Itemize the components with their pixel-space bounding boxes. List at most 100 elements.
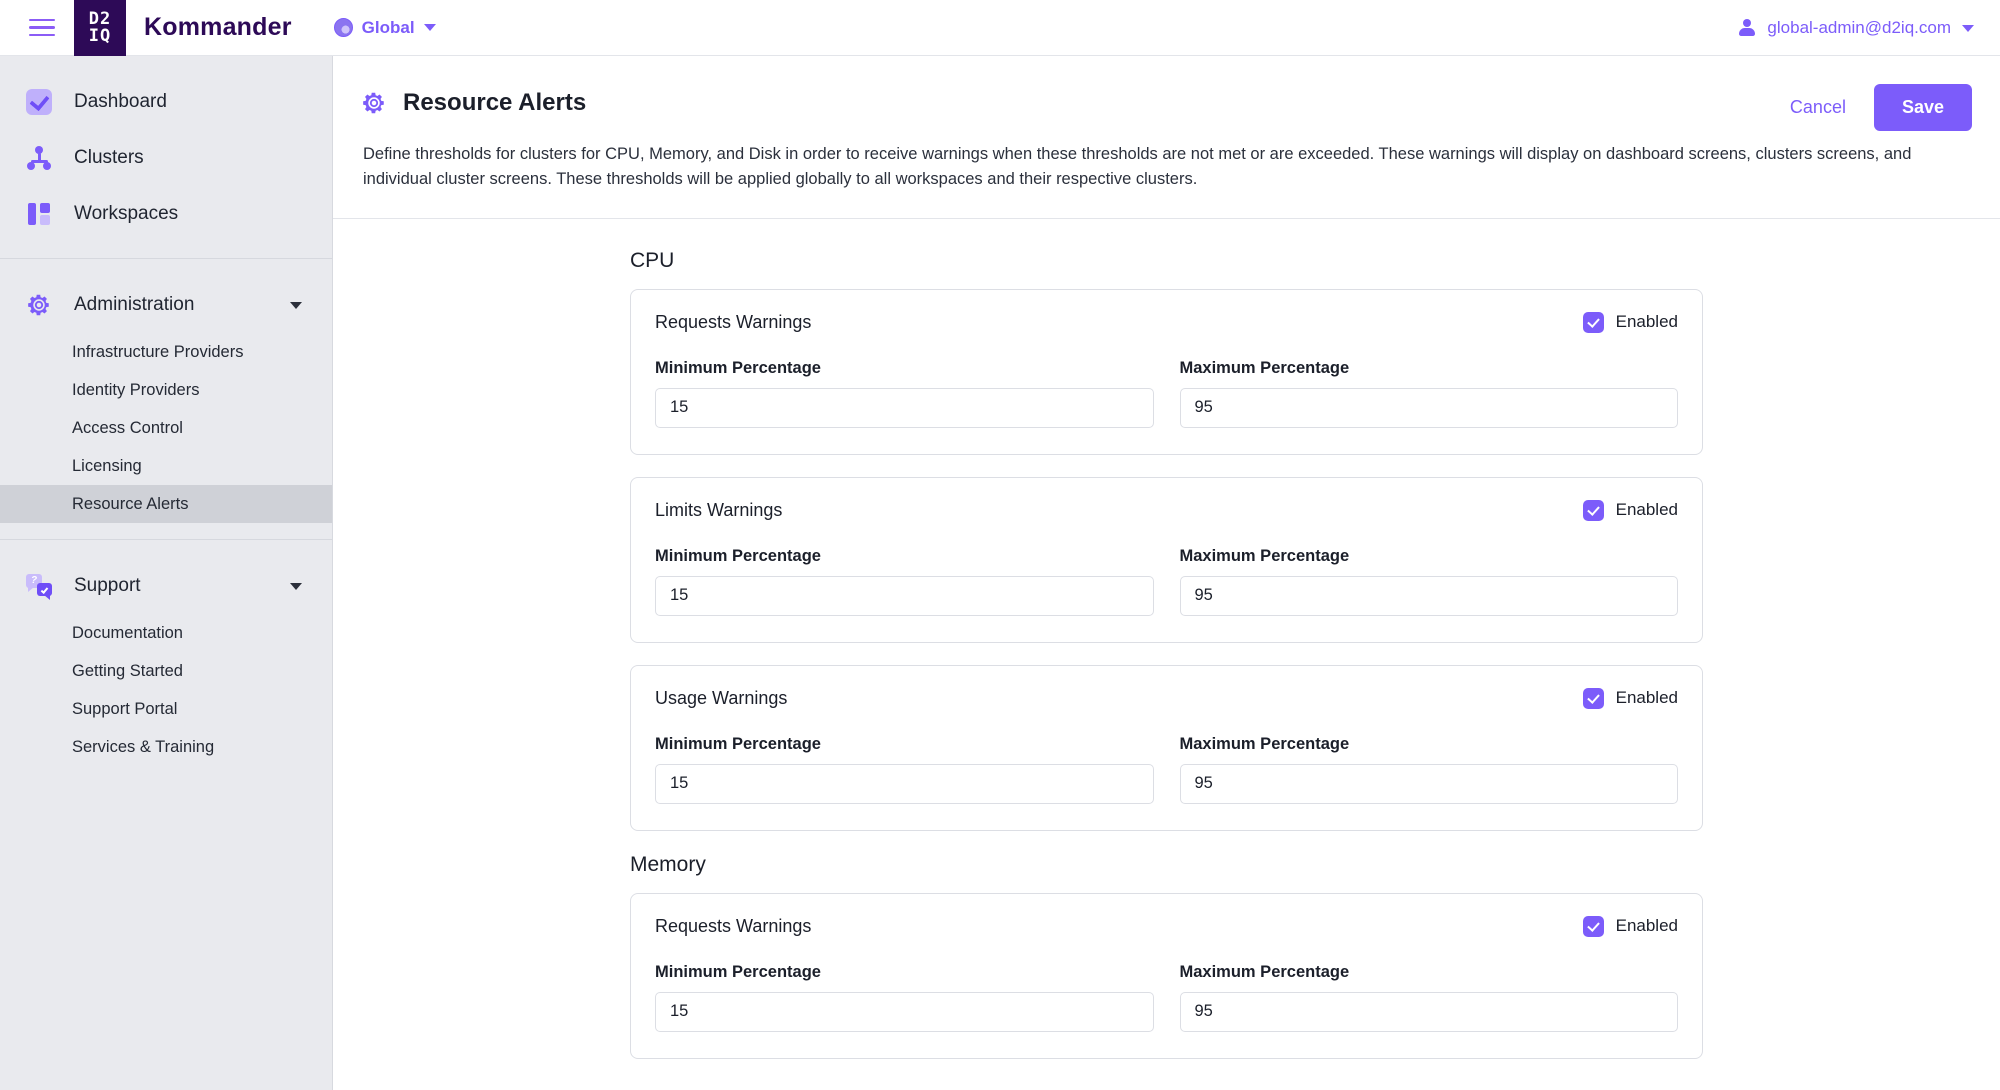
sidebar-support-group: ? Support Documentation Getting Started … — [0, 540, 332, 782]
user-icon — [1738, 19, 1756, 37]
chevron-down-icon — [423, 24, 436, 31]
min-percentage-field: Minimum Percentage — [655, 735, 1154, 804]
d2iq-logo[interactable]: D2 IQ — [74, 0, 126, 56]
page-description: Define thresholds for clusters for CPU, … — [363, 145, 1912, 188]
enabled-label: Enabled — [1615, 916, 1678, 935]
sidebar-item-workspaces[interactable]: Workspaces — [0, 186, 332, 242]
hamburger-icon[interactable] — [24, 14, 60, 42]
max-percentage-input[interactable] — [1179, 991, 1678, 1032]
card-title: Requests Warnings — [655, 915, 812, 936]
workspaces-icon — [26, 201, 52, 227]
sidebar-subitem-documentation[interactable]: Documentation — [0, 614, 332, 652]
checkbox-icon[interactable] — [1582, 311, 1604, 333]
card-title: Requests Warnings — [655, 311, 812, 332]
sidebar-subitem-getting-started[interactable]: Getting Started — [0, 652, 332, 690]
page-title: Resource Alerts — [403, 89, 587, 116]
clusters-icon — [26, 145, 52, 171]
sidebar-subitem-services-training[interactable]: Services & Training — [0, 728, 332, 766]
min-percentage-label: Minimum Percentage — [655, 734, 821, 753]
header-divider — [333, 217, 2000, 219]
user-menu[interactable]: global-admin@d2iq.com — [1738, 0, 1974, 56]
sidebar-item-label: Dashboard — [74, 91, 167, 112]
checkbox-icon[interactable] — [1582, 687, 1604, 709]
enabled-label: Enabled — [1615, 312, 1678, 331]
enabled-toggle[interactable]: Enabled — [1582, 311, 1678, 333]
globe-icon — [333, 18, 353, 37]
card-title: Usage Warnings — [655, 687, 788, 708]
card-fields: Minimum Percentage Maximum Percentage — [655, 735, 1678, 804]
gear-icon — [26, 292, 52, 318]
sidebar-item-label: Workspaces — [74, 203, 179, 224]
sidebar-subitem-support-portal[interactable]: Support Portal — [0, 690, 332, 728]
app-root: D2 IQ Kommander Global global-admin@d2iq… — [0, 0, 2000, 1090]
save-button[interactable]: Save — [1873, 84, 1972, 131]
min-percentage-field: Minimum Percentage — [655, 547, 1154, 616]
gear-icon — [361, 90, 387, 116]
sidebar-item-administration[interactable]: Administration — [0, 277, 332, 333]
max-percentage-label: Maximum Percentage — [1179, 734, 1350, 753]
cancel-button[interactable]: Cancel — [1784, 89, 1852, 126]
max-percentage-input[interactable] — [1179, 763, 1678, 804]
support-icon: ? — [26, 573, 52, 599]
sidebar-subitem-access-control[interactable]: Access Control — [0, 409, 332, 447]
warning-card: Requests Warnings Enabled Minimum Percenta… — [630, 892, 1703, 1059]
chevron-down-icon — [290, 301, 302, 309]
min-percentage-input[interactable] — [655, 575, 1154, 616]
sidebar-subitem-resource-alerts[interactable]: Resource Alerts — [0, 485, 332, 523]
checkbox-icon[interactable] — [1582, 915, 1604, 937]
sidebar-item-label: Support — [74, 575, 141, 596]
card-fields: Minimum Percentage Maximum Percentage — [655, 547, 1678, 616]
sidebar-subitem-identity-providers[interactable]: Identity Providers — [0, 371, 332, 409]
min-percentage-label: Minimum Percentage — [655, 962, 821, 981]
logo-line-2: IQ — [88, 25, 112, 46]
page-header: Resource Alerts Cancel Save Define thres… — [333, 56, 2000, 219]
sidebar-item-dashboard[interactable]: Dashboard — [0, 74, 332, 130]
max-percentage-field: Maximum Percentage — [1179, 546, 1678, 616]
logo-line-1: D2 — [88, 8, 112, 29]
page-title-row: Resource Alerts — [333, 78, 2000, 128]
min-percentage-input[interactable] — [655, 387, 1154, 428]
card-title: Limits Warnings — [655, 499, 783, 520]
card-header: Usage Warnings Enabled — [655, 687, 1678, 709]
min-percentage-label: Minimum Percentage — [655, 546, 821, 565]
scope-selector[interactable]: Global — [333, 17, 436, 38]
max-percentage-label: Maximum Percentage — [1179, 546, 1350, 565]
section-title: CPU — [630, 248, 675, 272]
warning-card: Requests Warnings Enabled Minimum Percenta… — [630, 288, 1703, 455]
enabled-toggle[interactable]: Enabled — [1582, 687, 1678, 709]
min-percentage-input[interactable] — [655, 763, 1154, 804]
min-percentage-field: Minimum Percentage — [655, 359, 1154, 428]
main-content: Resource Alerts Cancel Save Define thres… — [333, 56, 2000, 1090]
settings-sections: CPU Requests Warnings Enabled Minimum Perce… — [333, 219, 2000, 1059]
dashboard-icon — [26, 89, 52, 115]
max-percentage-field: Maximum Percentage — [1179, 359, 1678, 428]
section-title: Memory — [630, 852, 706, 876]
enabled-label: Enabled — [1615, 500, 1678, 519]
sidebar-primary-group: Dashboard Clusters Workspaces — [0, 56, 332, 258]
chevron-down-icon — [1962, 24, 1974, 32]
scope-label: Global — [361, 17, 415, 37]
min-percentage-field: Minimum Percentage — [655, 963, 1154, 1032]
card-header: Requests Warnings Enabled — [655, 915, 1678, 937]
warning-card: Limits Warnings Enabled Minimum Percentage… — [630, 476, 1703, 643]
checkbox-icon[interactable] — [1582, 499, 1604, 521]
max-percentage-input[interactable] — [1179, 387, 1678, 428]
sidebar-item-clusters[interactable]: Clusters — [0, 130, 332, 186]
max-percentage-field: Maximum Percentage — [1179, 734, 1678, 804]
enabled-toggle[interactable]: Enabled — [1582, 915, 1678, 937]
enabled-label: Enabled — [1615, 688, 1678, 707]
brand-title: Kommander — [144, 13, 292, 41]
sidebar-item-label: Administration — [74, 294, 195, 315]
sidebar-item-support[interactable]: ? Support — [0, 558, 332, 614]
max-percentage-label: Maximum Percentage — [1179, 962, 1350, 981]
max-percentage-input[interactable] — [1179, 575, 1678, 616]
top-bar: D2 IQ Kommander Global global-admin@d2iq… — [0, 0, 2000, 56]
min-percentage-input[interactable] — [655, 991, 1154, 1032]
card-header: Requests Warnings Enabled — [655, 311, 1678, 333]
sidebar-administration-group: Administration Infrastructure Providers … — [0, 259, 332, 539]
sidebar-subitem-infrastructure-providers[interactable]: Infrastructure Providers — [0, 333, 332, 371]
warning-card: Usage WarningsEnabledMinimum PercentageM… — [630, 664, 1703, 831]
page-actions: Cancel Save — [1784, 84, 1972, 131]
enabled-toggle[interactable]: Enabled — [1582, 499, 1678, 521]
sidebar-subitem-licensing[interactable]: Licensing — [0, 447, 332, 485]
